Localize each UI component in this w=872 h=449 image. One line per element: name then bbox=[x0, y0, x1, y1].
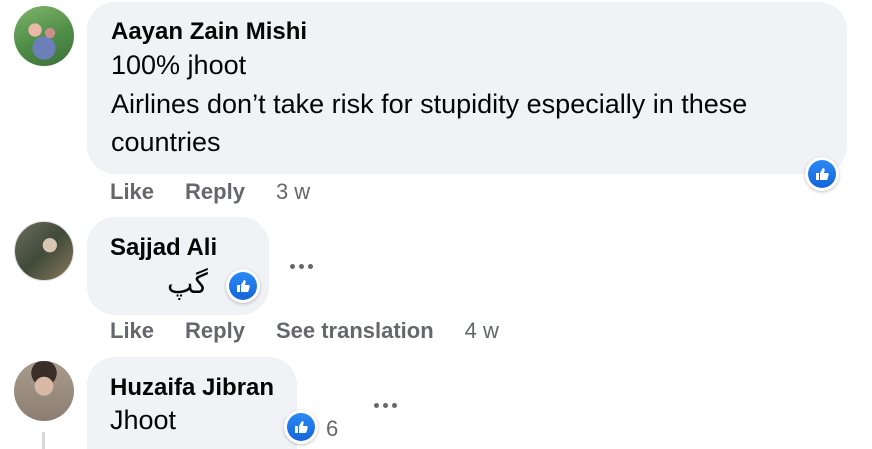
thumbs-up-icon[interactable] bbox=[805, 157, 839, 191]
comment-author[interactable]: Sajjad Ali bbox=[110, 234, 217, 262]
comment-text-line: 100% jhoot bbox=[111, 50, 247, 80]
thumbs-up-icon[interactable] bbox=[284, 410, 318, 444]
more-dots-icon[interactable] bbox=[290, 264, 313, 269]
comment-actions: Like Reply See translation 4 w bbox=[110, 318, 499, 344]
like-button[interactable]: Like bbox=[110, 179, 154, 205]
more-dots-icon[interactable] bbox=[374, 403, 397, 408]
comment-author[interactable]: Aayan Zain Mishi bbox=[111, 18, 307, 46]
comment-text: Jhoot bbox=[110, 405, 177, 435]
thread-line bbox=[42, 432, 45, 449]
like-button[interactable]: Like bbox=[110, 318, 154, 344]
thumbs-up-icon[interactable] bbox=[226, 269, 260, 303]
comment-text-line: Airlines don’t take risk for stupidity e… bbox=[111, 89, 748, 119]
reaction-count[interactable]: 6 bbox=[326, 416, 338, 442]
timestamp[interactable]: 4 w bbox=[465, 318, 499, 344]
see-translation-button[interactable]: See translation bbox=[276, 318, 434, 344]
comment-bubble: Aayan Zain Mishi 100% jhoot Airlines don… bbox=[87, 2, 847, 174]
avatar[interactable] bbox=[14, 361, 74, 421]
timestamp[interactable]: 3 w bbox=[276, 179, 310, 205]
comment-author[interactable]: Huzaifa Jibran bbox=[110, 374, 274, 402]
reply-button[interactable]: Reply bbox=[185, 318, 245, 344]
avatar[interactable] bbox=[14, 6, 74, 66]
comment-text: گپ bbox=[167, 267, 208, 300]
comment-bubble: Huzaifa Jibran Jhoot bbox=[87, 357, 297, 449]
comment-actions: Like Reply 3 w bbox=[110, 179, 310, 205]
avatar[interactable] bbox=[14, 221, 74, 281]
comment-text-line: countries bbox=[111, 127, 221, 157]
reply-button[interactable]: Reply bbox=[185, 179, 245, 205]
